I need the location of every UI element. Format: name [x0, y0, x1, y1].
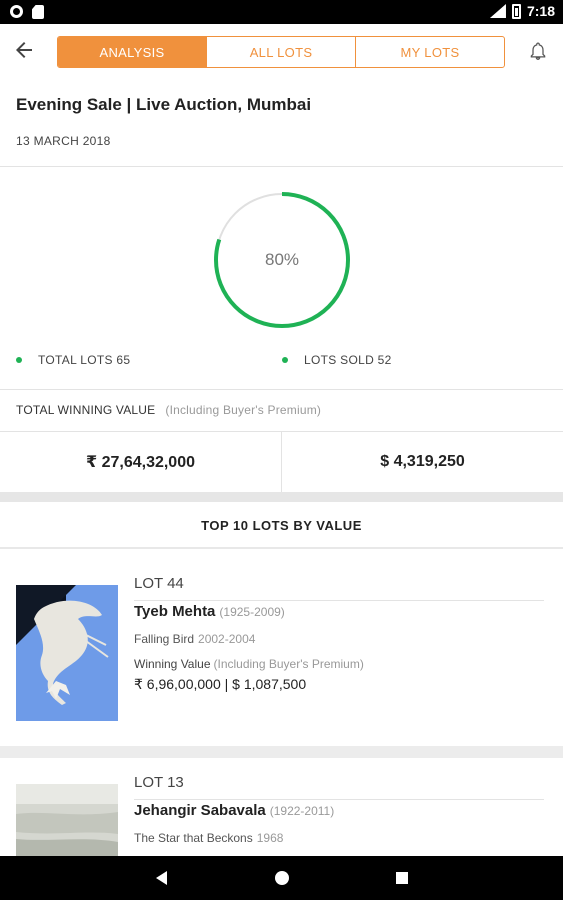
winning-value-label: Winning Value (Including Buyer's Premium)	[134, 657, 364, 671]
cell-signal-icon	[489, 4, 506, 18]
legend-total-lots: TOTAL LOTS 65	[16, 353, 130, 367]
clock: 7:18	[526, 3, 555, 19]
bullet-icon	[16, 357, 22, 363]
lot-number: LOT 44	[134, 575, 184, 592]
artwork-years: 1968	[256, 831, 284, 845]
artwork-years: 2002-2004	[198, 632, 256, 646]
total-winning-value-label: TOTAL WINNING VALUE (Including Buyer's Pr…	[16, 403, 321, 417]
tab-my-lots[interactable]: MY LOTS	[355, 37, 504, 67]
section-separator	[0, 746, 563, 758]
artwork-title-text: Falling Bird	[134, 632, 195, 646]
artwork-title: The Star that Beckons 1968	[134, 831, 283, 845]
bell-icon[interactable]	[528, 40, 548, 62]
sale-title: Evening Sale | Live Auction, Mumbai	[16, 95, 312, 114]
nav-recents-icon[interactable]	[392, 868, 412, 888]
winning-value-inr: ₹ 27,64,32,000	[86, 454, 195, 471]
lots-sold-text: LOTS SOLD 52	[304, 353, 392, 367]
system-nav-bar	[0, 856, 563, 900]
wv-label-text: Winning Value	[134, 657, 211, 671]
nav-home-icon[interactable]	[272, 868, 292, 888]
divider	[134, 799, 544, 800]
tab-analysis[interactable]: ANALYSIS	[58, 37, 206, 67]
percent-label: 80%	[264, 250, 300, 269]
tab-bar: ANALYSIS ALL LOTS MY LOTS	[57, 36, 505, 68]
battery-icon	[511, 3, 521, 19]
artwork-image[interactable]	[16, 585, 118, 721]
artist-name-text: Jehangir Sabavala	[134, 802, 266, 819]
sale-date: 13 MARCH 2018	[16, 134, 111, 148]
artist-name[interactable]: Tyeb Mehta (1925-2009)	[134, 603, 285, 620]
sd-card-icon	[32, 5, 44, 19]
winning-value-usd: $ 4,319,250	[380, 453, 465, 470]
twv-note: (Including Buyer's Premium)	[165, 403, 322, 417]
app-bar: ANALYSIS ALL LOTS MY LOTS	[0, 24, 563, 80]
section-separator	[0, 492, 563, 502]
twv-label: TOTAL WINNING VALUE	[16, 403, 156, 417]
lot-price: ₹ 6,96,00,000 | $ 1,087,500	[134, 676, 307, 692]
artist-years: (1922-2011)	[269, 804, 335, 818]
top-lots-heading: TOP 10 LOTS BY VALUE	[201, 517, 362, 533]
winning-values: ₹ 27,64,32,000 $ 4,319,250	[0, 432, 563, 492]
wv-note: (Including Buyer's Premium)	[213, 657, 364, 671]
divider	[0, 547, 563, 549]
artist-name-text: Tyeb Mehta	[134, 603, 216, 620]
artwork-image[interactable]	[16, 784, 118, 856]
divider	[0, 166, 563, 167]
artist-name[interactable]: Jehangir Sabavala (1922-2011)	[134, 802, 334, 819]
lot-number: LOT 13	[134, 774, 184, 791]
bullet-icon	[282, 357, 288, 363]
nav-back-icon[interactable]	[152, 868, 172, 888]
artwork-title-text: The Star that Beckons	[134, 831, 253, 845]
divider	[0, 389, 563, 390]
artist-years: (1925-2009)	[219, 605, 285, 619]
status-bar: 7:18	[0, 0, 563, 24]
tab-all-lots[interactable]: ALL LOTS	[206, 37, 355, 67]
legend-lots-sold: LOTS SOLD 52	[282, 353, 392, 367]
divider	[134, 600, 544, 601]
notification-circle-icon	[10, 5, 23, 18]
total-lots-text: TOTAL LOTS 65	[38, 353, 131, 367]
arrow-left-icon[interactable]	[12, 38, 36, 62]
artwork-title: Falling Bird 2002-2004	[134, 632, 255, 646]
